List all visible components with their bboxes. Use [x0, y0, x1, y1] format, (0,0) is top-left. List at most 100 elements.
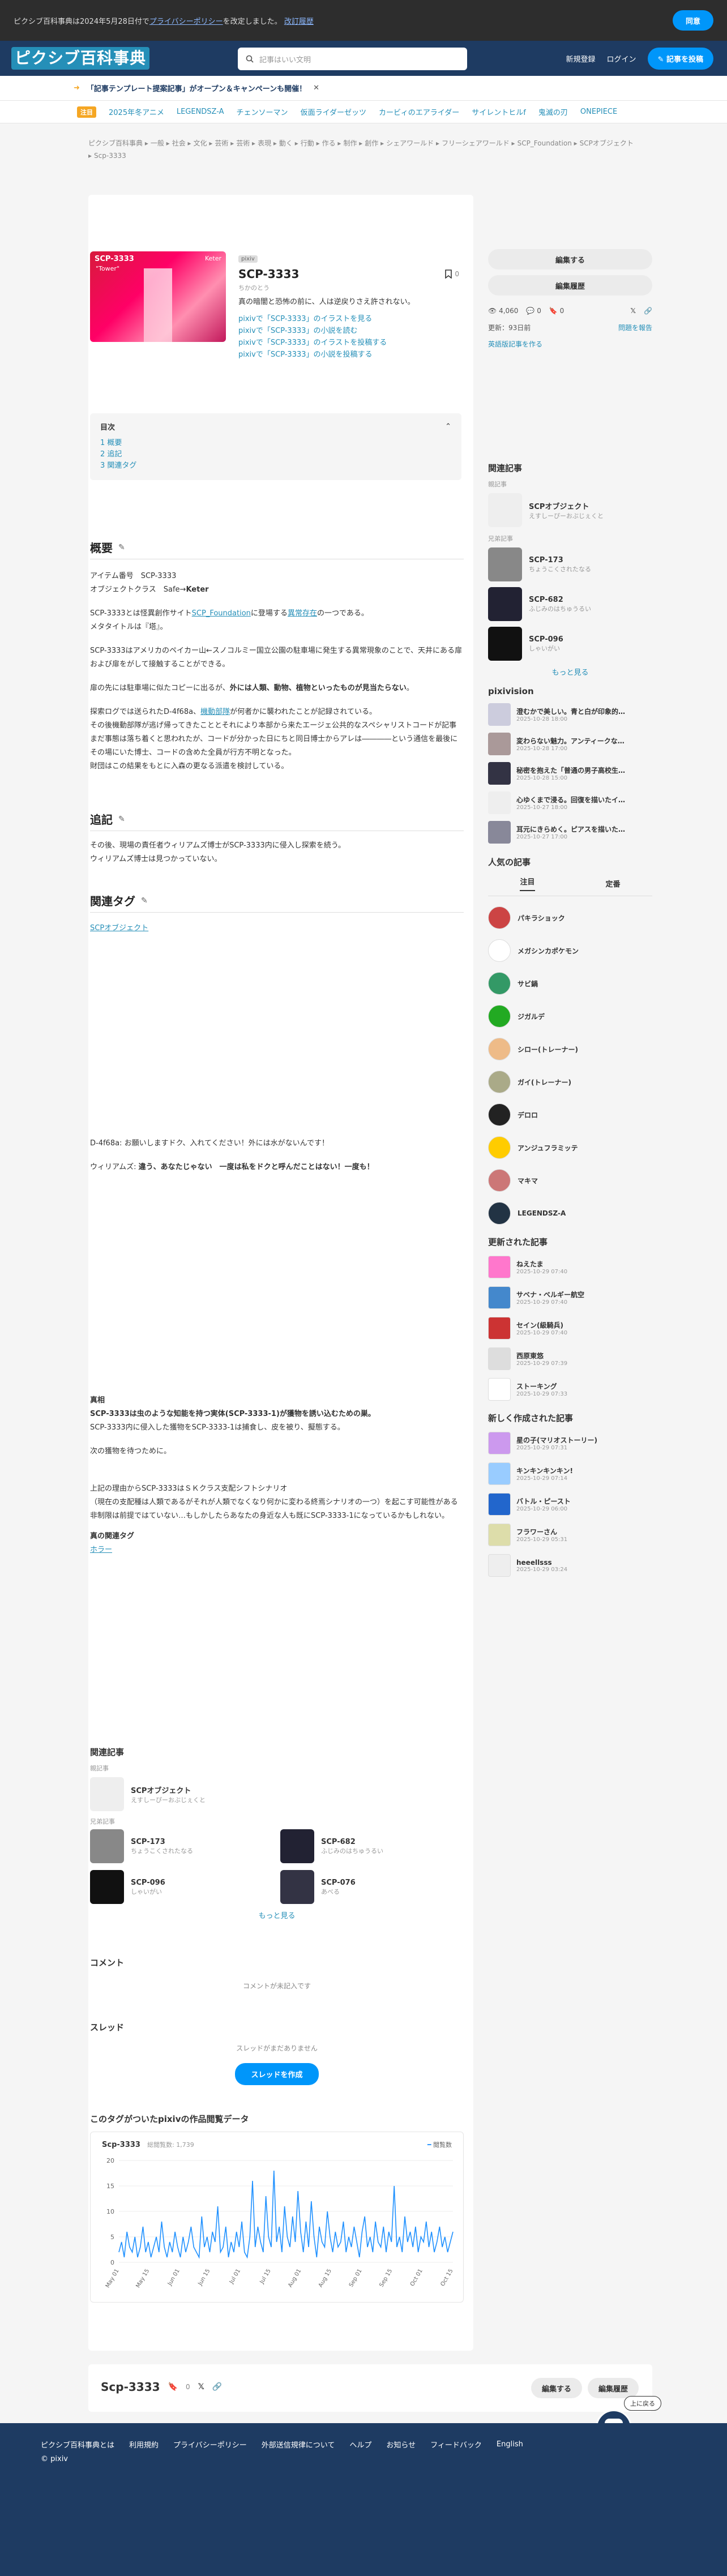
- anomaly-link[interactable]: 異常存在: [288, 609, 317, 618]
- updated-item[interactable]: サベナ・ベルギー航空 2025-10-29 07:40: [488, 1286, 652, 1309]
- post-illust-link[interactable]: pixivで「SCP-3333」のイラストを投稿する: [238, 339, 387, 347]
- trend-item[interactable]: サイレントヒルf: [472, 106, 526, 117]
- popular-item[interactable]: デロロ: [488, 1103, 652, 1126]
- updated-item[interactable]: ストーキング 2025-10-29 07:33: [488, 1378, 652, 1401]
- popular-item[interactable]: シロー(トレーナー): [488, 1038, 652, 1060]
- new-item[interactable]: 星の子(マリオストーリー) 2025-10-29 07:31: [488, 1432, 652, 1454]
- popular-item[interactable]: サビ鍋: [488, 972, 652, 995]
- updated-item[interactable]: セイン(級騎兵) 2025-10-29 07:40: [488, 1317, 652, 1340]
- footer-link[interactable]: 外部送信規律について: [262, 2439, 335, 2450]
- trend-item[interactable]: チェンソーマン: [237, 106, 288, 117]
- create-thread-button[interactable]: スレッドを作成: [235, 2063, 319, 2085]
- register-link[interactable]: 新規登録: [566, 53, 596, 64]
- toc-item[interactable]: 1 概要: [100, 439, 122, 447]
- search-input[interactable]: 記事はいい文明: [238, 48, 467, 70]
- breadcrumb-item[interactable]: シェアワールド ▸: [386, 139, 439, 147]
- pixivision-item[interactable]: 耳元にきらめく。ピアスを描いた… 2025-10-27 17:00: [488, 821, 652, 844]
- breadcrumb-item[interactable]: 動く ▸: [279, 139, 298, 147]
- trend-item[interactable]: 仮面ライダーゼッツ: [301, 106, 366, 117]
- toc-item[interactable]: 3 関連タグ: [100, 461, 136, 470]
- privacy-policy-link[interactable]: プライバシーポリシー: [149, 15, 223, 26]
- footer-link[interactable]: 利用規約: [129, 2439, 159, 2450]
- new-item[interactable]: キンキンキンキン! 2025-10-29 07:14: [488, 1462, 652, 1485]
- popular-item[interactable]: マキマ: [488, 1169, 652, 1192]
- breadcrumb-item[interactable]: 芸術 ▸: [215, 139, 234, 147]
- agree-button[interactable]: 同意: [673, 10, 713, 31]
- promo-text[interactable]: 「記事テンプレート提案記事」がオープン＆キャンペーンも開催！: [87, 83, 306, 93]
- breadcrumb-item[interactable]: 制作 ▸: [343, 139, 362, 147]
- popular-item[interactable]: メガシンカポケモン: [488, 939, 652, 962]
- sidebar-sibling-card[interactable]: SCP-173 ちょうこくされたなる: [488, 547, 652, 581]
- breadcrumb-item[interactable]: 社会 ▸: [172, 139, 191, 147]
- post-novel-link[interactable]: pixivで「SCP-3333」の小説を投稿する: [238, 350, 373, 359]
- new-item[interactable]: バトル・ピースト 2025-10-29 06:00: [488, 1493, 652, 1516]
- tab-featured[interactable]: 注目: [520, 876, 535, 891]
- edit-button[interactable]: 編集する: [488, 249, 652, 269]
- popular-item[interactable]: ガイ(トレーナー): [488, 1071, 652, 1093]
- breadcrumb-item[interactable]: Scp-3333: [94, 152, 126, 160]
- english-article-link[interactable]: 英語版記事を作る: [488, 339, 652, 349]
- footer-edit-button[interactable]: 編集する: [531, 2378, 582, 2398]
- trend-item[interactable]: カービィのエアライダー: [379, 106, 459, 117]
- breadcrumb-item[interactable]: 作る ▸: [322, 139, 341, 147]
- breadcrumb-item[interactable]: SCP_Foundation ▸: [518, 139, 578, 147]
- sibling-article-card[interactable]: SCP-682 ふじみのはちゅうるい: [280, 1829, 464, 1863]
- footer-link[interactable]: お知らせ: [386, 2439, 416, 2450]
- pixivision-item[interactable]: 心ゆくまで浸る。回復を描いたイ… 2025-10-27 18:00: [488, 791, 652, 814]
- pixivision-item[interactable]: 変わらない魅力。アンティークな… 2025-10-28 17:00: [488, 733, 652, 755]
- breadcrumb-item[interactable]: ピクシブ百科事典 ▸: [88, 139, 148, 147]
- site-logo[interactable]: ピクシブ百科事典: [11, 47, 150, 70]
- breadcrumb-item[interactable]: フリーシェアワールド ▸: [442, 139, 515, 147]
- sibling-article-card[interactable]: SCP-096 しゃいがい: [90, 1870, 273, 1904]
- edit-pencil-icon[interactable]: ✎: [118, 815, 125, 824]
- revision-history-link[interactable]: 改訂履歴: [284, 15, 314, 26]
- chevron-up-icon[interactable]: ⌃: [445, 422, 451, 431]
- popular-item[interactable]: パキラショック: [488, 906, 652, 929]
- edit-pencil-icon[interactable]: ✎: [118, 543, 125, 552]
- pixivision-item[interactable]: 秘密を抱えた「普通の男子高校生… 2025-10-28 15:00: [488, 762, 652, 785]
- footer-link[interactable]: English: [497, 2440, 523, 2449]
- parent-article-card[interactable]: SCPオブジェクト えすしーぴーおぶじぇくと: [90, 1777, 464, 1811]
- post-article-button[interactable]: ✎ 記事を投稿: [647, 48, 713, 70]
- sidebar-parent-card[interactable]: SCPオブジェクト えすしーぴーおぶじぇくと: [488, 493, 652, 527]
- login-link[interactable]: ログイン: [607, 53, 636, 64]
- popular-item[interactable]: ジガルデ: [488, 1005, 652, 1028]
- scp-foundation-link[interactable]: SCP_Foundation: [192, 609, 251, 618]
- edit-pencil-icon[interactable]: ✎: [141, 896, 148, 905]
- pixiv-illust-link[interactable]: pixivで「SCP-3333」のイラストを見る: [238, 315, 372, 323]
- new-item[interactable]: heeellsss 2025-10-29 03:24: [488, 1554, 652, 1577]
- close-icon[interactable]: ✕: [313, 84, 319, 92]
- promo-banner[interactable]: ➜ 「記事テンプレート提案記事」がオープン＆キャンペーンも開催！ ✕: [0, 76, 727, 101]
- x-share-icon[interactable]: 𝕏: [630, 307, 636, 315]
- new-item[interactable]: フラワーさん 2025-10-29 05:31: [488, 1524, 652, 1546]
- see-more-link[interactable]: もっと見る: [551, 669, 588, 677]
- see-more-link[interactable]: もっと見る: [258, 1912, 295, 1920]
- breadcrumb-item[interactable]: 文化 ▸: [194, 139, 213, 147]
- task-force-link[interactable]: 機動部隊: [200, 708, 230, 716]
- updated-item[interactable]: ねえたま 2025-10-29 07:40: [488, 1256, 652, 1278]
- true-tag-link[interactable]: ホラー: [90, 1546, 112, 1554]
- sidebar-sibling-card[interactable]: SCP-682 ふじみのはちゅうるい: [488, 587, 652, 621]
- updated-item[interactable]: 西原東悠 2025-10-29 07:39: [488, 1347, 652, 1370]
- pixivision-item[interactable]: 澄むかで美しい。青と白が印象的… 2025-10-28 18:00: [488, 703, 652, 726]
- popular-item[interactable]: LEGENDSZ-A: [488, 1202, 652, 1225]
- sibling-article-card[interactable]: SCP-173 ちょうこくされたなる: [90, 1829, 273, 1863]
- edit-history-button[interactable]: 編集履歴: [488, 275, 652, 296]
- breadcrumb-item[interactable]: 行動 ▸: [301, 139, 320, 147]
- pixiv-novel-link[interactable]: pixivで「SCP-3333」の小説を読む: [238, 327, 358, 335]
- bookmark-button[interactable]: 0: [444, 269, 459, 279]
- footer-link[interactable]: プライバシーポリシー: [173, 2439, 247, 2450]
- trend-item[interactable]: 2025年冬アニメ: [109, 106, 164, 117]
- related-tag-link[interactable]: SCPオブジェクト: [90, 922, 464, 932]
- sibling-article-card[interactable]: SCP-076 あべる: [280, 1870, 464, 1904]
- x-share-icon[interactable]: 𝕏: [198, 2382, 204, 2391]
- breadcrumb-item[interactable]: 創作 ▸: [365, 139, 384, 147]
- trend-item[interactable]: LEGENDSZ-A: [177, 108, 224, 116]
- tab-standard[interactable]: 定番: [605, 878, 620, 889]
- sidebar-sibling-card[interactable]: SCP-096 しゃいがい: [488, 627, 652, 661]
- footer-link[interactable]: フィードバック: [430, 2439, 482, 2450]
- footer-link[interactable]: ヘルプ: [349, 2439, 371, 2450]
- footer-link[interactable]: ピクシブ百科事典とは: [41, 2439, 114, 2450]
- breadcrumb-item[interactable]: 芸術 ▸: [236, 139, 255, 147]
- trend-item[interactable]: ONEPIECE: [580, 108, 617, 116]
